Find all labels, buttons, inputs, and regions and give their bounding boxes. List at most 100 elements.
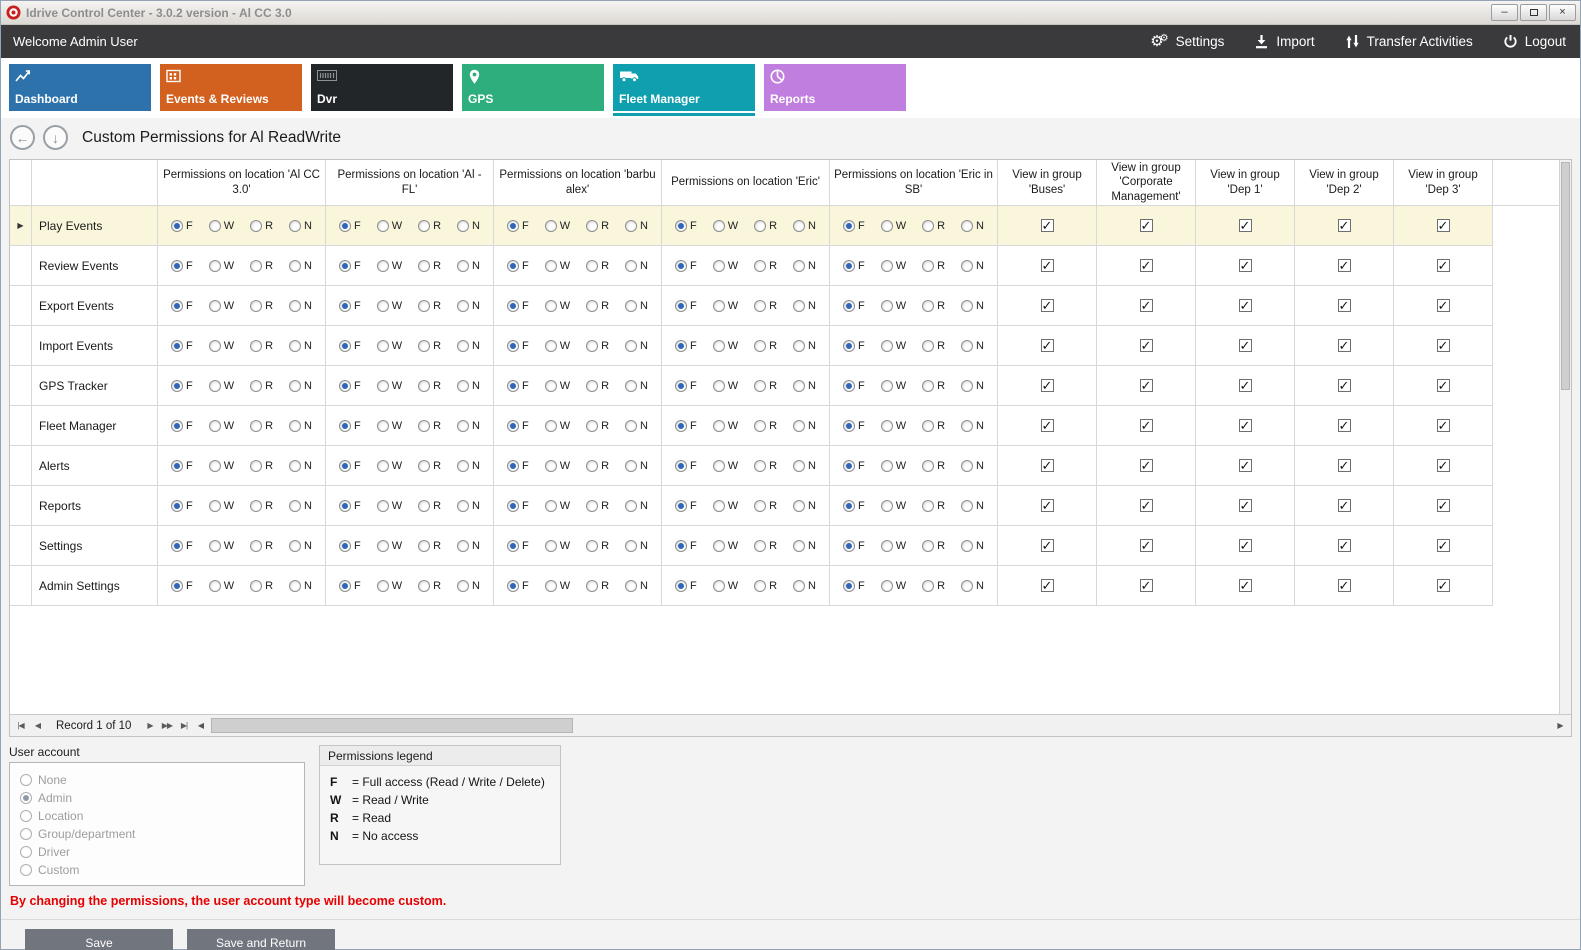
radio-option-w[interactable]: W bbox=[377, 380, 402, 392]
radio-option-r[interactable]: R bbox=[250, 460, 273, 472]
radio-option-f[interactable]: F bbox=[843, 540, 865, 552]
radio-option-n[interactable]: N bbox=[457, 380, 480, 392]
checkbox[interactable]: ✓ bbox=[1239, 579, 1252, 592]
checkbox[interactable]: ✓ bbox=[1140, 379, 1153, 392]
radio-option-n[interactable]: N bbox=[793, 540, 816, 552]
radio-option-w[interactable]: W bbox=[377, 460, 402, 472]
radio-option-r[interactable]: R bbox=[250, 540, 273, 552]
radio-option-r[interactable]: R bbox=[418, 380, 441, 392]
minimize-button[interactable]: – bbox=[1491, 4, 1518, 21]
radio-option-f[interactable]: F bbox=[339, 220, 361, 232]
checkbox[interactable]: ✓ bbox=[1140, 259, 1153, 272]
radio-option-n[interactable]: N bbox=[961, 580, 984, 592]
checkbox[interactable]: ✓ bbox=[1239, 339, 1252, 352]
radio-option-w[interactable]: W bbox=[713, 380, 738, 392]
radio-option-w[interactable]: W bbox=[545, 220, 570, 232]
radio-option-r[interactable]: R bbox=[250, 500, 273, 512]
radio-option-r[interactable]: R bbox=[922, 380, 945, 392]
radio-option-n[interactable]: N bbox=[793, 300, 816, 312]
radio-option-n[interactable]: N bbox=[625, 420, 648, 432]
radio-option-r[interactable]: R bbox=[418, 220, 441, 232]
radio-option-n[interactable]: N bbox=[289, 220, 312, 232]
radio-option-f[interactable]: F bbox=[843, 220, 865, 232]
radio-option-n[interactable]: N bbox=[793, 500, 816, 512]
radio-option-f[interactable]: F bbox=[843, 420, 865, 432]
radio-option-r[interactable]: R bbox=[754, 260, 777, 272]
radio-option-f[interactable]: F bbox=[171, 540, 193, 552]
radio-option-f[interactable]: F bbox=[507, 340, 529, 352]
radio-option-f[interactable]: F bbox=[507, 260, 529, 272]
radio-option-r[interactable]: R bbox=[586, 580, 609, 592]
radio-option-r[interactable]: R bbox=[586, 300, 609, 312]
checkbox[interactable]: ✓ bbox=[1437, 499, 1450, 512]
radio-option-w[interactable]: W bbox=[377, 540, 402, 552]
radio-option-f[interactable]: F bbox=[507, 300, 529, 312]
radio-option-w[interactable]: W bbox=[545, 460, 570, 472]
radio-option-n[interactable]: N bbox=[289, 460, 312, 472]
tab-reports[interactable]: Reports bbox=[764, 64, 906, 111]
radio-option-n[interactable]: N bbox=[625, 340, 648, 352]
radio-option-n[interactable]: N bbox=[289, 380, 312, 392]
radio-option-f[interactable]: F bbox=[171, 300, 193, 312]
checkbox[interactable]: ✓ bbox=[1338, 259, 1351, 272]
checkbox[interactable]: ✓ bbox=[1338, 539, 1351, 552]
tab-fleet-manager[interactable]: Fleet Manager bbox=[613, 64, 755, 111]
radio-option-f[interactable]: F bbox=[339, 580, 361, 592]
radio-option-n[interactable]: N bbox=[625, 220, 648, 232]
radio-option-w[interactable]: W bbox=[881, 340, 906, 352]
radio-option-r[interactable]: R bbox=[418, 500, 441, 512]
checkbox[interactable]: ✓ bbox=[1041, 219, 1054, 232]
radio-option-r[interactable]: R bbox=[418, 300, 441, 312]
radio-option-r[interactable]: R bbox=[250, 380, 273, 392]
checkbox[interactable]: ✓ bbox=[1338, 459, 1351, 472]
checkbox[interactable]: ✓ bbox=[1239, 459, 1252, 472]
radio-option-f[interactable]: F bbox=[507, 220, 529, 232]
radio-option-f[interactable]: F bbox=[675, 220, 697, 232]
radio-option-r[interactable]: R bbox=[418, 460, 441, 472]
radio-option-r[interactable]: R bbox=[418, 540, 441, 552]
user-account-option-admin[interactable]: Admin bbox=[20, 789, 294, 807]
radio-option-w[interactable]: W bbox=[209, 580, 234, 592]
radio-option-n[interactable]: N bbox=[793, 420, 816, 432]
radio-option-w[interactable]: W bbox=[881, 220, 906, 232]
radio-option-r[interactable]: R bbox=[922, 340, 945, 352]
user-account-option-custom[interactable]: Custom bbox=[20, 861, 294, 879]
radio-option-w[interactable]: W bbox=[209, 460, 234, 472]
radio-option-f[interactable]: F bbox=[843, 460, 865, 472]
radio-option-n[interactable]: N bbox=[625, 380, 648, 392]
radio-option-f[interactable]: F bbox=[507, 580, 529, 592]
radio-option-w[interactable]: W bbox=[881, 500, 906, 512]
maximize-button[interactable] bbox=[1520, 4, 1547, 21]
radio-option-w[interactable]: W bbox=[881, 260, 906, 272]
radio-option-r[interactable]: R bbox=[586, 340, 609, 352]
radio-option-w[interactable]: W bbox=[377, 500, 402, 512]
radio-option-n[interactable]: N bbox=[793, 260, 816, 272]
radio-option-f[interactable]: F bbox=[843, 500, 865, 512]
checkbox[interactable]: ✓ bbox=[1140, 339, 1153, 352]
checkbox[interactable]: ✓ bbox=[1437, 339, 1450, 352]
radio-option-f[interactable]: F bbox=[171, 420, 193, 432]
radio-option-r[interactable]: R bbox=[754, 540, 777, 552]
radio-option-w[interactable]: W bbox=[713, 220, 738, 232]
checkbox[interactable]: ✓ bbox=[1437, 579, 1450, 592]
radio-option-r[interactable]: R bbox=[586, 420, 609, 432]
radio-option-r[interactable]: R bbox=[754, 380, 777, 392]
checkbox[interactable]: ✓ bbox=[1338, 379, 1351, 392]
radio-option-r[interactable]: R bbox=[586, 540, 609, 552]
radio-option-n[interactable]: N bbox=[961, 220, 984, 232]
radio-option-f[interactable]: F bbox=[843, 580, 865, 592]
radio-option-n[interactable]: N bbox=[961, 380, 984, 392]
radio-option-w[interactable]: W bbox=[209, 540, 234, 552]
radio-option-n[interactable]: N bbox=[457, 260, 480, 272]
checkbox[interactable]: ✓ bbox=[1041, 339, 1054, 352]
radio-option-r[interactable]: R bbox=[586, 460, 609, 472]
radio-option-f[interactable]: F bbox=[675, 500, 697, 512]
radio-option-n[interactable]: N bbox=[625, 300, 648, 312]
radio-option-r[interactable]: R bbox=[586, 380, 609, 392]
radio-option-r[interactable]: R bbox=[250, 580, 273, 592]
radio-option-r[interactable]: R bbox=[250, 340, 273, 352]
checkbox[interactable]: ✓ bbox=[1338, 579, 1351, 592]
radio-option-f[interactable]: F bbox=[339, 500, 361, 512]
next-record-button[interactable]: ▶ bbox=[141, 718, 158, 734]
checkbox[interactable]: ✓ bbox=[1140, 499, 1153, 512]
